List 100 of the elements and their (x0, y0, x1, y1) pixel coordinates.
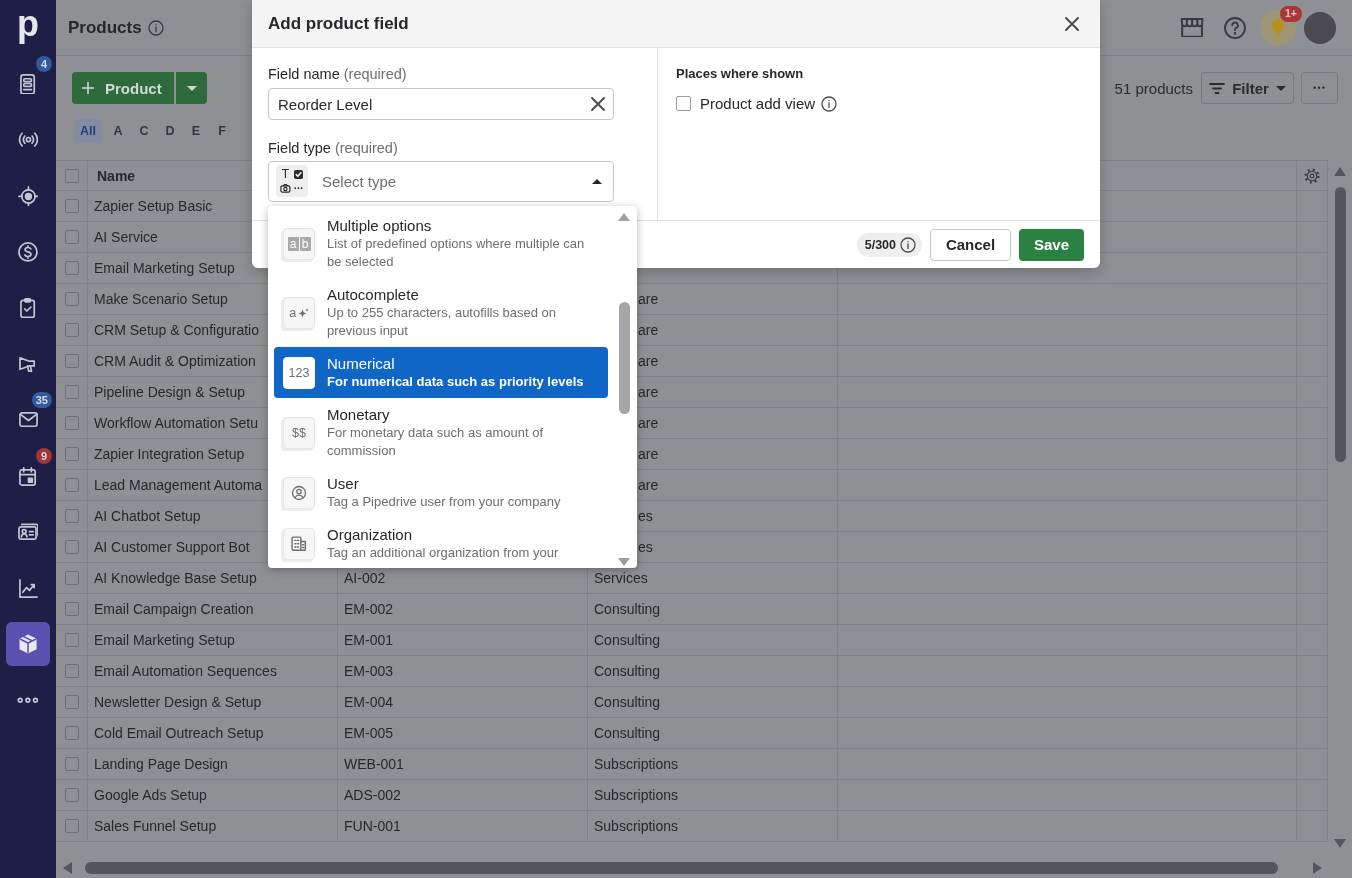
counter-text: 5/300 (864, 237, 896, 252)
scroll-down-icon[interactable] (618, 558, 630, 566)
scroll-up-icon[interactable] (1334, 167, 1346, 176)
table-cell: are (638, 446, 659, 462)
menu-option[interactable]: Organization Tag an additional organization from your (274, 518, 608, 568)
page-title: Products (68, 17, 142, 38)
row-checkbox[interactable] (64, 230, 79, 244)
caret-down-icon (1275, 85, 1286, 91)
row-checkbox[interactable] (64, 788, 79, 802)
field-label: Field name (required) (268, 65, 408, 83)
table-cell: EM-005 (344, 725, 394, 741)
row-checkbox[interactable] (64, 199, 79, 213)
add-product-button[interactable]: Product (72, 72, 174, 104)
line-chart-icon (18, 578, 38, 598)
row-checkbox[interactable] (64, 416, 79, 430)
close-icon[interactable] (1065, 16, 1079, 31)
nav-button[interactable] (6, 622, 50, 666)
table-cell: Consulting (594, 663, 661, 679)
table-cell: CRM Setup & Configuratio (94, 322, 259, 338)
broadcast-icon (17, 132, 39, 148)
text-field[interactable]: Reorder Level (268, 88, 614, 120)
store-icon[interactable] (1179, 17, 1204, 38)
table-cell: Landing Page Design (94, 756, 228, 772)
scrollbar-thumb[interactable] (1334, 187, 1346, 462)
scroll-down-icon[interactable] (1334, 839, 1346, 848)
menu-option[interactable]: a b Multiple options List of predefined options where multiple can be selected (274, 209, 608, 278)
clear-icon[interactable] (591, 97, 605, 111)
row-checkbox[interactable] (64, 509, 79, 523)
letter-filter[interactable]: C (131, 119, 157, 143)
column-header[interactable]: Name (94, 167, 136, 184)
scrollbar-thumb[interactable] (618, 302, 630, 414)
row-checkbox[interactable] (64, 726, 79, 740)
scroll-right-icon[interactable] (1313, 862, 1322, 874)
row-checkbox[interactable] (64, 478, 79, 492)
notification-badge: 1+ (1280, 5, 1302, 22)
row-checkbox[interactable] (64, 757, 79, 771)
add-options-button[interactable] (176, 72, 207, 104)
letter-filter[interactable]: All (74, 119, 102, 143)
row-checkbox[interactable] (64, 323, 79, 337)
info-icon[interactable] (900, 236, 916, 253)
logo[interactable]: p (0, 0, 56, 56)
more-button[interactable] (1301, 72, 1338, 104)
scroll-left-icon[interactable] (63, 862, 72, 874)
table-cell: Consulting (594, 632, 661, 648)
count-badge: 4 (36, 56, 52, 72)
count-badge: 9 (36, 448, 52, 464)
row-checkbox[interactable] (64, 540, 79, 554)
calendar-icon (19, 466, 37, 486)
option-description: Up to 255 characters, autofills based on previous input (327, 304, 558, 340)
table-cell: Consulting (594, 694, 661, 710)
letter-filter[interactable]: E (183, 119, 209, 143)
box-icon (18, 634, 38, 654)
row-checkbox[interactable] (64, 633, 79, 647)
info-icon[interactable] (147, 19, 164, 36)
checkbox[interactable] (676, 96, 691, 111)
row-checkbox[interactable] (64, 292, 79, 306)
row-checkbox[interactable] (64, 447, 79, 461)
scrollbar-thumb[interactable] (85, 862, 1278, 874)
info-icon[interactable] (821, 95, 838, 112)
dollar-icon (18, 242, 38, 262)
menu-option[interactable]: 123 Numerical For numerical data such as priority levels (274, 347, 608, 398)
menu-option[interactable]: a Autocomplete Up to 255 characters, autofills based on previous input (274, 278, 608, 347)
user-avatar[interactable] (1304, 11, 1336, 44)
table-cell: Subscriptions (594, 787, 679, 803)
help-icon[interactable] (1224, 16, 1246, 39)
settings-icon[interactable] (1304, 167, 1320, 184)
cancel-button[interactable]: Cancel (930, 228, 1011, 261)
row-checkbox[interactable] (64, 385, 79, 399)
row-checkbox[interactable] (64, 602, 79, 616)
option-title: Monetary (327, 406, 391, 424)
letter-filter[interactable]: F (209, 119, 235, 143)
table-cell: Subscriptions (594, 818, 679, 834)
table-cell: Pipeline Design & Setup (94, 384, 245, 400)
table-cell: Workflow Automation Setu (94, 415, 258, 431)
table-cell: are (638, 384, 659, 400)
row-checkbox[interactable] (64, 261, 79, 275)
menu-option[interactable]: $$ Monetary For monetary data such as amount of commission (274, 398, 608, 467)
field-type-tile: 123 (283, 357, 315, 389)
option-title: Numerical (327, 355, 396, 373)
row-checkbox[interactable] (64, 819, 79, 833)
table-cell: AI Service (94, 229, 158, 245)
row-checkbox[interactable] (64, 664, 79, 678)
contact-card-icon (17, 523, 39, 541)
megaphone-icon (19, 355, 37, 373)
option-title: User (327, 475, 360, 493)
row-checkbox[interactable] (64, 695, 79, 709)
menu-option[interactable]: User Tag a Pipedrive user from your company (274, 467, 608, 518)
caret-up-icon (592, 179, 602, 184)
dialog-title: Add product field (268, 13, 410, 34)
letter-filter[interactable]: D (157, 119, 183, 143)
row-checkbox[interactable] (64, 354, 79, 368)
save-button[interactable]: Save (1019, 228, 1084, 261)
table-cell: EM-002 (344, 601, 394, 617)
scroll-up-icon[interactable] (618, 213, 630, 221)
filter-button[interactable]: Filter (1201, 72, 1294, 104)
option-description: For numerical data such as priority levels (327, 373, 584, 391)
row-checkbox[interactable] (64, 571, 79, 585)
letter-filter[interactable]: A (105, 119, 131, 143)
table-cell: es (638, 508, 653, 524)
select-all-checkbox[interactable] (64, 168, 79, 183)
